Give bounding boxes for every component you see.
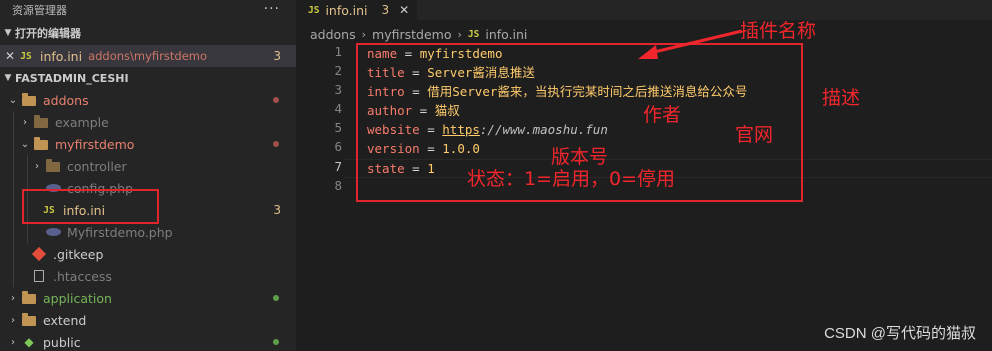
tree-item-controller[interactable]: › controller (0, 155, 296, 177)
tree-item-public[interactable]: › ◆ public (0, 331, 296, 351)
tree-item-extend[interactable]: › extend (0, 309, 296, 331)
breadcrumb-item[interactable]: addons (310, 27, 356, 42)
tab-info-ini[interactable]: JS info.ini 3 ✕ (296, 0, 417, 20)
tree-item-myfirstdemo[interactable]: ⌄ myfirstdemo (0, 133, 296, 155)
problem-count: 3 (381, 3, 390, 17)
folder-icon (20, 291, 38, 305)
problem-count: 3 (273, 49, 281, 63)
close-icon[interactable]: ✕ (399, 3, 409, 17)
chevron-down-icon: ▼ (4, 73, 12, 83)
folder-icon (20, 313, 38, 327)
project-label: FASTADMIN_CESHI (15, 71, 129, 85)
line-number: 8 (334, 178, 342, 193)
chevron-right-icon: › (23, 116, 27, 128)
chevron-down-icon: ▼ (4, 28, 12, 38)
js-file-icon: JS (467, 28, 480, 40)
chevron-right-icon: › (361, 27, 367, 41)
tree-item-label: public (43, 334, 81, 350)
tab-label: info.ini (325, 2, 368, 18)
watermark: CSDN @写代码的猫叔 (824, 325, 976, 342)
chevron-down-icon: ⌄ (20, 138, 30, 150)
explorer-title-label: 资源管理器 (12, 4, 67, 17)
open-editors-header[interactable]: ▼ 打开的编辑器 (0, 22, 296, 44)
line-number: 1 (334, 44, 342, 59)
untracked-dot (273, 339, 279, 345)
untracked-dot (273, 295, 279, 301)
annotation-author: 作者 (643, 104, 682, 126)
tree-item-label: .htaccess (53, 268, 112, 284)
chevron-right-icon: › (35, 160, 39, 172)
chevron-right-icon: › (457, 27, 462, 41)
tree-item-addons[interactable]: ⌄ addons (0, 89, 296, 111)
tree-item-label: extend (43, 312, 87, 328)
line-number: 6 (334, 139, 342, 154)
chevron-right-icon: › (11, 336, 15, 348)
folder-icon (32, 115, 50, 129)
public-folder-icon: ◆ (24, 335, 34, 349)
tree-item-myfirstdemo-php[interactable]: Myfirstdemo.php (0, 221, 296, 243)
highlight-box (22, 189, 159, 224)
annotation-plugin-name: 插件名称 (740, 20, 817, 42)
open-editor-path: addons\myfirstdemo (88, 49, 208, 63)
chevron-right-icon: › (11, 314, 15, 326)
explorer-title: 资源管理器 ··· (0, 0, 296, 20)
js-file-icon: JS (20, 50, 32, 62)
js-file-icon: JS (308, 4, 320, 16)
modified-dot (273, 97, 279, 103)
line-number: 5 (334, 120, 342, 135)
tree-item-label: application (43, 290, 112, 306)
chevron-right-icon: › (11, 292, 15, 304)
folder-icon (44, 159, 62, 173)
line-number: 3 (334, 82, 342, 97)
line-number: 4 (334, 101, 342, 116)
explorer-sidebar: 资源管理器 ··· ▼ 打开的编辑器 ✕ JS info.ini addons\… (0, 0, 296, 351)
problem-count: 3 (273, 203, 281, 217)
open-editor-item[interactable]: ✕ JS info.ini addons\myfirstdemo 3 (0, 45, 296, 67)
modified-dot (273, 141, 279, 147)
tree-item-label: example (55, 114, 109, 130)
folder-icon (20, 93, 38, 107)
arrow-icon (638, 29, 743, 59)
folder-icon (32, 137, 50, 151)
tree-item-label: Myfirstdemo.php (67, 224, 173, 240)
line-number: 2 (334, 63, 342, 78)
tree-item-htaccess[interactable]: .htaccess (0, 265, 296, 287)
tree-item-label: controller (67, 158, 127, 174)
breadcrumb: addons › myfirstdemo › JS info.ini (310, 26, 527, 42)
line-number-active: 7 (334, 159, 342, 174)
open-editors-label: 打开的编辑器 (15, 27, 81, 40)
tree-item-label: .gitkeep (53, 246, 104, 262)
tree-item-label: addons (43, 92, 89, 108)
breadcrumb-item[interactable]: info.ini (485, 27, 527, 42)
tree-item-application[interactable]: › application (0, 287, 296, 309)
annotation-state: 状态：1=启用，0=停用 (467, 168, 676, 190)
project-header[interactable]: ▼ FASTADMIN_CESHI (0, 67, 296, 89)
open-editor-filename: info.ini (40, 48, 83, 64)
more-horizontal-icon[interactable]: ··· (264, 1, 280, 17)
tree-item-label: myfirstdemo (55, 136, 135, 152)
file-icon (30, 269, 48, 283)
close-icon[interactable]: ✕ (3, 49, 17, 63)
tree-item-example[interactable]: › example (0, 111, 296, 133)
git-icon (30, 246, 48, 262)
php-file-icon (44, 225, 62, 239)
annotation-website: 官网 (735, 124, 774, 146)
tree-item-gitkeep[interactable]: .gitkeep (0, 243, 296, 265)
breadcrumb-item[interactable]: myfirstdemo (372, 27, 451, 42)
chevron-down-icon: ⌄ (8, 94, 18, 106)
annotation-description: 描述 (822, 87, 861, 109)
